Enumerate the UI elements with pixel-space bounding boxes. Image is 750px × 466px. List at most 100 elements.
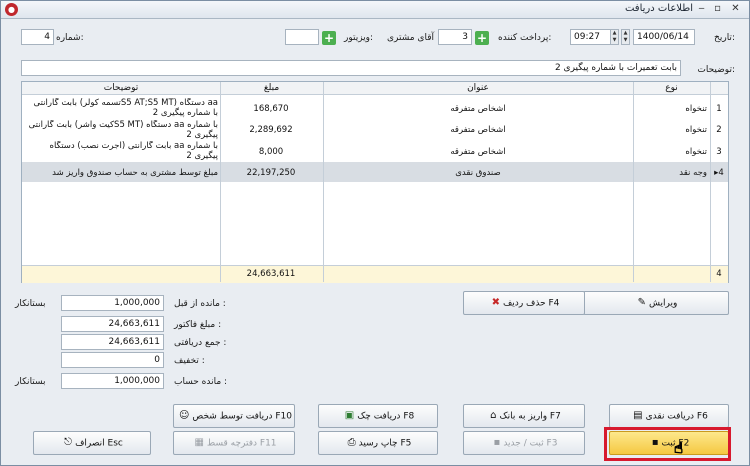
printer-icon: ⎙ xyxy=(347,437,356,448)
cancel-label: انصراف Esc xyxy=(75,438,123,449)
title-bar: ● اطلاعات دریافت ‒ ▫ ✕ xyxy=(1,1,749,19)
bank-deposit-button[interactable]: ⌂ واریز به بانک F7 xyxy=(463,404,585,428)
visitor-label: ویزیتور: xyxy=(344,33,374,43)
row2-description: بابت گارانتی (کیت واشرS5 MT) دستگاه aa ب… xyxy=(28,120,218,140)
row4-title: صندوق نقدی xyxy=(455,168,501,178)
description-label: توضیحات: xyxy=(697,65,735,75)
bank-label: واریز به بانک F7 xyxy=(499,411,561,422)
bank-icon: ⌂ xyxy=(490,410,497,421)
save-new-label: ثبت / جدید F3 xyxy=(503,438,558,449)
payer-label: پرداخت کننده: xyxy=(498,33,552,43)
col-header-description[interactable]: توضیحات xyxy=(22,82,220,95)
row1-type: تنخواه xyxy=(685,104,707,114)
maximize-button[interactable]: ▫ xyxy=(710,2,725,17)
col-header-number xyxy=(710,82,728,95)
discount-label: تخفیف : xyxy=(174,356,205,366)
person-label: دریافت توسط شخص F10 xyxy=(192,411,292,422)
col-divider xyxy=(633,82,634,282)
row1-number: 1 xyxy=(716,104,722,114)
discount-field[interactable]: 0 xyxy=(61,352,164,368)
row2-amount: 2,289,692 xyxy=(249,125,293,135)
account-balance-state: بستانکار xyxy=(15,377,46,387)
row2-title: اشخاص متفرقه xyxy=(450,125,506,135)
window-title: اطلاعات دریافت xyxy=(624,3,693,14)
person-icon: ☺ xyxy=(178,410,190,421)
row2-type: تنخواه xyxy=(685,125,707,135)
grid-total-row xyxy=(22,265,728,283)
installment-icon: ▦ xyxy=(194,437,204,448)
prev-balance-label: مانده از قبل : xyxy=(174,299,226,309)
col-header-type[interactable]: نوع xyxy=(633,82,710,95)
row4-description: مبلغ توسط مشتری به حساب صندوق واریز شد xyxy=(52,168,218,178)
add-visitor-icon[interactable]: + xyxy=(322,31,336,45)
date-label: تاریخ: xyxy=(714,33,735,43)
row3-title: اشخاص متفرقه xyxy=(450,147,506,157)
mouse-pointer-icon: ☝ xyxy=(673,439,684,458)
col-header-title[interactable]: عنوان xyxy=(323,82,633,95)
row4-amount: 22,197,250 xyxy=(246,168,296,178)
prev-balance-state: بستانکار xyxy=(15,299,46,309)
row1-amount: 168,670 xyxy=(253,104,289,114)
delete-row-label: حذف ردیف F4 xyxy=(502,298,560,309)
prev-balance-field: 1,000,000 xyxy=(61,295,164,311)
col-divider xyxy=(220,82,221,282)
received-field: 24,663,611 xyxy=(61,334,164,350)
grid-total-count: 4 xyxy=(716,269,722,279)
installment-button[interactable]: ▦ دفترچه قسط F11 xyxy=(173,431,295,455)
row3-amount: 8,000 xyxy=(258,147,284,157)
close-button[interactable]: ✕ xyxy=(728,2,743,17)
cash-label: دریافت نقدی F6 xyxy=(645,411,708,422)
number-label: شماره: xyxy=(56,33,84,43)
col-header-amount[interactable]: مبلغ xyxy=(220,82,323,95)
row1-title: اشخاص متفرقه xyxy=(450,104,506,114)
edit-label: ویرایش xyxy=(649,298,678,309)
number-field[interactable]: 4 xyxy=(21,29,54,45)
logo-icon: ● xyxy=(5,3,18,16)
date-field[interactable]: 1400/06/14 xyxy=(633,29,695,45)
delete-x-icon: ✖ xyxy=(491,297,500,308)
floppy-new-icon: ▪ xyxy=(493,437,501,448)
highlight-frame xyxy=(604,427,731,461)
row3-description: بابت گارانتی (اجرت نصب) دستگاه aa با شما… xyxy=(49,141,219,161)
cancel-button[interactable]: ⎋ انصراف Esc xyxy=(33,431,151,455)
cash-icon: ▤ xyxy=(633,410,643,421)
cheque-button[interactable]: ▣ دریافت چک F8 xyxy=(318,404,438,428)
time-spinner[interactable]: ▲ ▼ xyxy=(610,29,619,45)
description-field[interactable]: بابت تعمیرات با شماره پیگیری 2 xyxy=(21,60,681,76)
cheque-icon: ▣ xyxy=(344,410,355,421)
cash-receipt-button[interactable]: ▤ دریافت نقدی F6 xyxy=(609,404,729,428)
pencil-icon: ✎ xyxy=(637,297,647,308)
print-label: چاپ رسید F5 xyxy=(358,438,412,449)
row3-number: 3 xyxy=(716,147,722,157)
payer-name: آقای مشتری xyxy=(387,33,435,43)
add-payer-icon[interactable]: + xyxy=(475,31,489,45)
row1-description: بابت گارانتی (تسمه کولرS5 AT;S5 MT) دستگ… xyxy=(33,98,218,118)
date-dropdown[interactable]: ▲ ▼ xyxy=(621,29,630,45)
visitor-field[interactable] xyxy=(285,29,319,45)
receipt-window: ● اطلاعات دریافت ‒ ▫ ✕ تاریخ: 1400/06/14… xyxy=(0,0,750,466)
account-balance-label: مانده حساب : xyxy=(174,377,228,387)
row4-number: ▸4 xyxy=(714,168,724,178)
col-divider xyxy=(710,82,711,282)
save-new-button[interactable]: ▪ ثبت / جدید F3 xyxy=(463,431,585,455)
cheque-label: دریافت چک F8 xyxy=(357,411,415,422)
installment-label: دفترچه قسط F11 xyxy=(206,438,277,449)
invoice-field: 24,663,611 xyxy=(61,316,164,332)
exit-door-icon: ⎋ xyxy=(64,437,73,448)
person-receipt-button[interactable]: ☺ دریافت توسط شخص F10 xyxy=(173,404,295,428)
delete-row-button[interactable]: ✖ حذف ردیف F4 xyxy=(463,291,585,315)
invoice-label: مبلغ فاکتور : xyxy=(174,320,222,330)
col-divider xyxy=(323,82,324,282)
minimize-button[interactable]: ‒ xyxy=(694,2,709,17)
print-receipt-button[interactable]: ⎙ چاپ رسید F5 xyxy=(318,431,438,455)
grid-total-amount: 24,663,611 xyxy=(246,269,296,279)
items-grid[interactable]: توضیحات مبلغ عنوان نوع بابت گارانتی (تسم… xyxy=(21,81,729,283)
row2-number: 2 xyxy=(716,125,722,135)
row3-type: تنخواه xyxy=(685,147,707,157)
payer-code-field[interactable]: 3 xyxy=(438,29,472,45)
time-field[interactable]: 09:27 xyxy=(570,29,612,45)
received-label: جمع دریافتی : xyxy=(174,338,227,348)
row4-type: وجه نقد xyxy=(679,168,707,178)
account-balance-field: 1,000,000 xyxy=(61,373,164,389)
edit-button[interactable]: ✎ ویرایش xyxy=(583,291,729,315)
